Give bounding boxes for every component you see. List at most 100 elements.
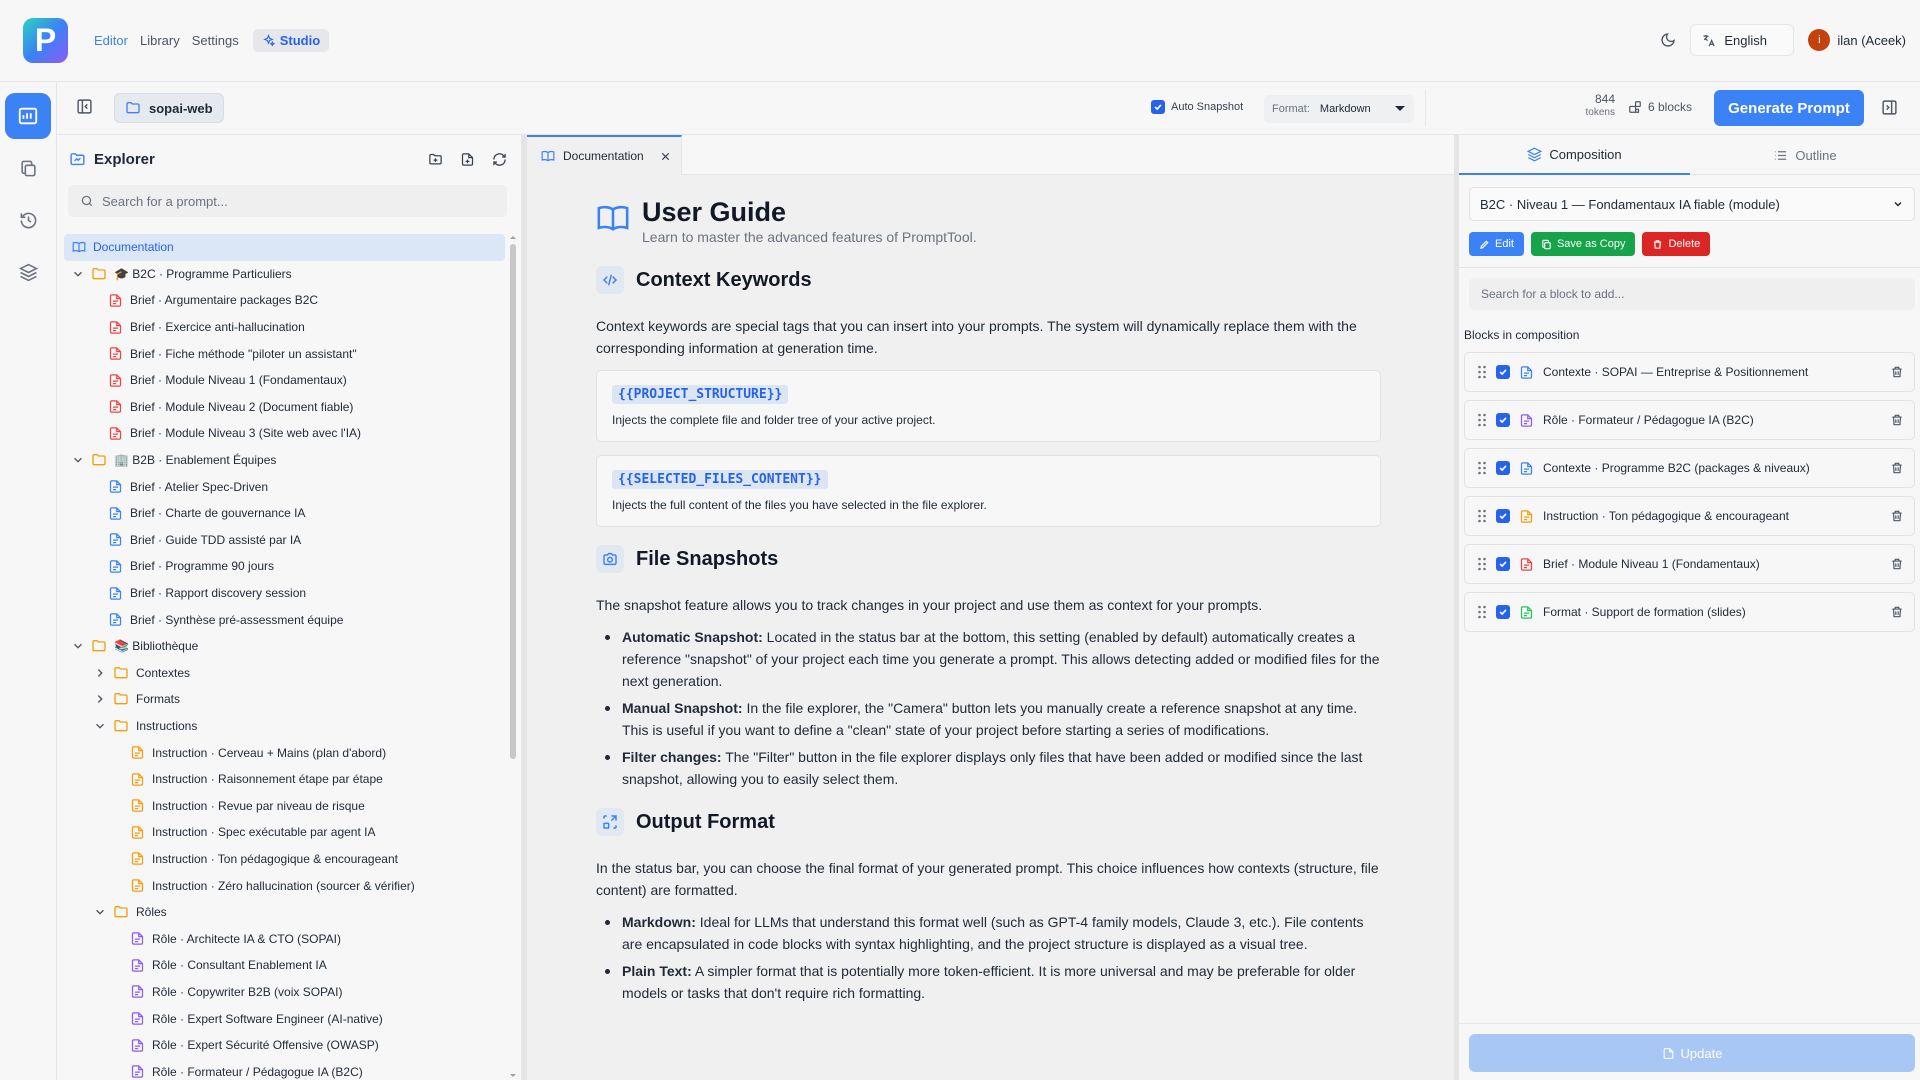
- chevron-down-icon[interactable]: [72, 268, 84, 280]
- chevron-down-icon[interactable]: [72, 454, 84, 466]
- tree-item[interactable]: Brief · Guide TDD assisté par IA: [64, 527, 505, 554]
- generate-prompt-button[interactable]: Generate Prompt: [1714, 90, 1864, 126]
- chevron-down-icon[interactable]: [72, 640, 84, 652]
- tree-item[interactable]: Brief · Argumentaire packages B2C: [64, 287, 505, 314]
- drag-handle-icon[interactable]: [1477, 413, 1487, 427]
- trash-icon[interactable]: [1890, 605, 1904, 619]
- trash-icon[interactable]: [1890, 557, 1904, 571]
- tree-item[interactable]: Brief · Module Niveau 2 (Document fiable…: [64, 394, 505, 421]
- block-checkbox[interactable]: [1496, 557, 1510, 571]
- composition-block[interactable]: Contexte · SOPAI — Entreprise & Position…: [1464, 352, 1915, 392]
- block-checkbox[interactable]: [1496, 605, 1510, 619]
- save-as-copy-button[interactable]: Save as Copy: [1530, 232, 1636, 256]
- nav-library[interactable]: Library: [140, 33, 180, 48]
- new-folder-icon[interactable]: [428, 152, 443, 167]
- tree-item[interactable]: Instruction · Ton pédagogique & encourag…: [64, 846, 505, 873]
- drag-handle-icon[interactable]: [1477, 509, 1487, 523]
- tree-folder[interactable]: 🎓 B2C · Programme Particuliers: [64, 261, 505, 288]
- tree-item[interactable]: Instruction · Cerveau + Mains (plan d'ab…: [64, 739, 505, 766]
- tree-folder[interactable]: Formats: [64, 686, 505, 713]
- tree-item[interactable]: Instruction · Revue par niveau de risque: [64, 792, 505, 819]
- new-file-icon[interactable]: [460, 152, 475, 167]
- composition-block[interactable]: Rôle · Formateur / Pédagogue IA (B2C): [1464, 400, 1915, 440]
- trash-icon[interactable]: [1890, 365, 1904, 379]
- rail-layers-button[interactable]: [5, 249, 51, 295]
- right-panel-toggle-icon[interactable]: [1881, 99, 1898, 116]
- tree-item[interactable]: Brief · Programme 90 jours: [64, 553, 505, 580]
- composition-block[interactable]: Format · Support de formation (slides): [1464, 592, 1915, 632]
- user-menu[interactable]: i ilan (Aceek): [1808, 29, 1906, 51]
- update-button[interactable]: Update: [1469, 1034, 1915, 1072]
- project-selector[interactable]: sopai-web: [114, 93, 224, 123]
- chevron-right-icon[interactable]: [94, 693, 106, 705]
- tree-item[interactable]: Rôle · Expert Software Engineer (AI-nati…: [64, 1005, 505, 1032]
- tree-item[interactable]: Brief · Exercice anti-hallucination: [64, 314, 505, 341]
- rail-studio-button[interactable]: [5, 93, 51, 139]
- tree-item[interactable]: Instruction · Spec exécutable par agent …: [64, 819, 505, 846]
- tree-item[interactable]: Rôle · Architecte IA & CTO (SOPAI): [64, 925, 505, 952]
- tree-folder[interactable]: Rôles: [64, 899, 505, 926]
- tree-item[interactable]: Brief · Rapport discovery session: [64, 580, 505, 607]
- edit-button[interactable]: Edit: [1469, 232, 1524, 256]
- tree-folder[interactable]: 📚 Bibliothèque: [64, 633, 505, 660]
- tab-outline[interactable]: Outline: [1690, 135, 1920, 175]
- tree-item[interactable]: Brief · Atelier Spec-Driven: [64, 473, 505, 500]
- trash-icon[interactable]: [1890, 461, 1904, 475]
- explorer-scrollbar[interactable]: [510, 234, 516, 1079]
- tree-item[interactable]: Rôle · Consultant Enablement IA: [64, 952, 505, 979]
- refresh-icon[interactable]: [492, 152, 507, 167]
- keyword-description: Injects the complete file and folder tre…: [612, 413, 936, 427]
- trash-icon[interactable]: [1890, 413, 1904, 427]
- file-icon: [108, 506, 123, 521]
- sidebar-collapse-icon[interactable]: [76, 98, 93, 115]
- tree-item[interactable]: Rôle · Copywriter B2B (voix SOPAI): [64, 979, 505, 1006]
- block-checkbox[interactable]: [1496, 461, 1510, 475]
- drag-handle-icon[interactable]: [1477, 557, 1487, 571]
- tree-item[interactable]: Brief · Module Niveau 3 (Site web avec l…: [64, 420, 505, 447]
- drag-handle-icon[interactable]: [1477, 461, 1487, 475]
- block-checkbox[interactable]: [1496, 509, 1510, 523]
- rail-library-button[interactable]: [5, 145, 51, 191]
- auto-snapshot-toggle[interactable]: Auto Snapshot: [1151, 100, 1243, 114]
- rail-history-button[interactable]: [5, 197, 51, 243]
- tree-item[interactable]: Documentation: [64, 234, 505, 261]
- nav-editor[interactable]: Editor: [94, 33, 128, 48]
- close-icon[interactable]: [660, 151, 671, 162]
- block-search-input[interactable]: Search for a block to add...: [1469, 278, 1915, 310]
- moon-icon[interactable]: [1660, 32, 1676, 48]
- composition-block[interactable]: Contexte · Programme B2C (packages & niv…: [1464, 448, 1915, 488]
- tree-item[interactable]: Brief · Module Niveau 1 (Fondamentaux): [64, 367, 505, 394]
- block-checkbox[interactable]: [1496, 413, 1510, 427]
- drag-handle-icon[interactable]: [1477, 365, 1487, 379]
- tree-item[interactable]: Brief · Synthèse pré-assessment équipe: [64, 606, 505, 633]
- format-select[interactable]: Format: Markdown: [1264, 95, 1414, 123]
- tree-item[interactable]: Instruction · Raisonnement étape par éta…: [64, 766, 505, 793]
- chevron-down-icon[interactable]: [94, 720, 106, 732]
- tree-item[interactable]: Rôle · Formateur / Pédagogue IA (B2C): [64, 1058, 505, 1080]
- composition-block[interactable]: Brief · Module Niveau 1 (Fondamentaux): [1464, 544, 1915, 584]
- auto-snapshot-checkbox[interactable]: [1151, 100, 1165, 114]
- composition-block[interactable]: Instruction · Ton pédagogique & encourag…: [1464, 496, 1915, 536]
- tree-folder[interactable]: Contextes: [64, 660, 505, 687]
- tab-documentation[interactable]: Documentation: [527, 135, 682, 175]
- tree-item[interactable]: Brief · Fiche méthode "piloter un assist…: [64, 340, 505, 367]
- delete-button[interactable]: Delete: [1642, 232, 1711, 256]
- app-logo[interactable]: P: [23, 18, 68, 63]
- tree-item[interactable]: Instruction · Zéro hallucination (source…: [64, 872, 505, 899]
- trash-icon[interactable]: [1890, 509, 1904, 523]
- composition-select[interactable]: B2C · Niveau 1 — Fondamentaux IA fiable …: [1469, 187, 1915, 221]
- explorer-search-input[interactable]: Search for a prompt...: [68, 185, 507, 217]
- nav-settings[interactable]: Settings: [192, 33, 239, 48]
- block-checkbox[interactable]: [1496, 365, 1510, 379]
- tree-item[interactable]: Brief · Charte de gouvernance IA: [64, 500, 505, 527]
- tab-composition[interactable]: Composition: [1459, 135, 1690, 175]
- drag-handle-icon[interactable]: [1477, 605, 1487, 619]
- tree-item[interactable]: Rôle · Expert Sécurité Offensive (OWASP): [64, 1032, 505, 1059]
- chevron-right-icon[interactable]: [94, 667, 106, 679]
- nav-studio[interactable]: Studio: [252, 29, 330, 52]
- explorer-scroll-thumb[interactable]: [510, 244, 516, 759]
- chevron-down-icon[interactable]: [94, 906, 106, 918]
- tree-folder[interactable]: 🏢 B2B · Enablement Équipes: [64, 447, 505, 474]
- language-selector[interactable]: English: [1690, 24, 1795, 56]
- tree-folder[interactable]: Instructions: [64, 713, 505, 740]
